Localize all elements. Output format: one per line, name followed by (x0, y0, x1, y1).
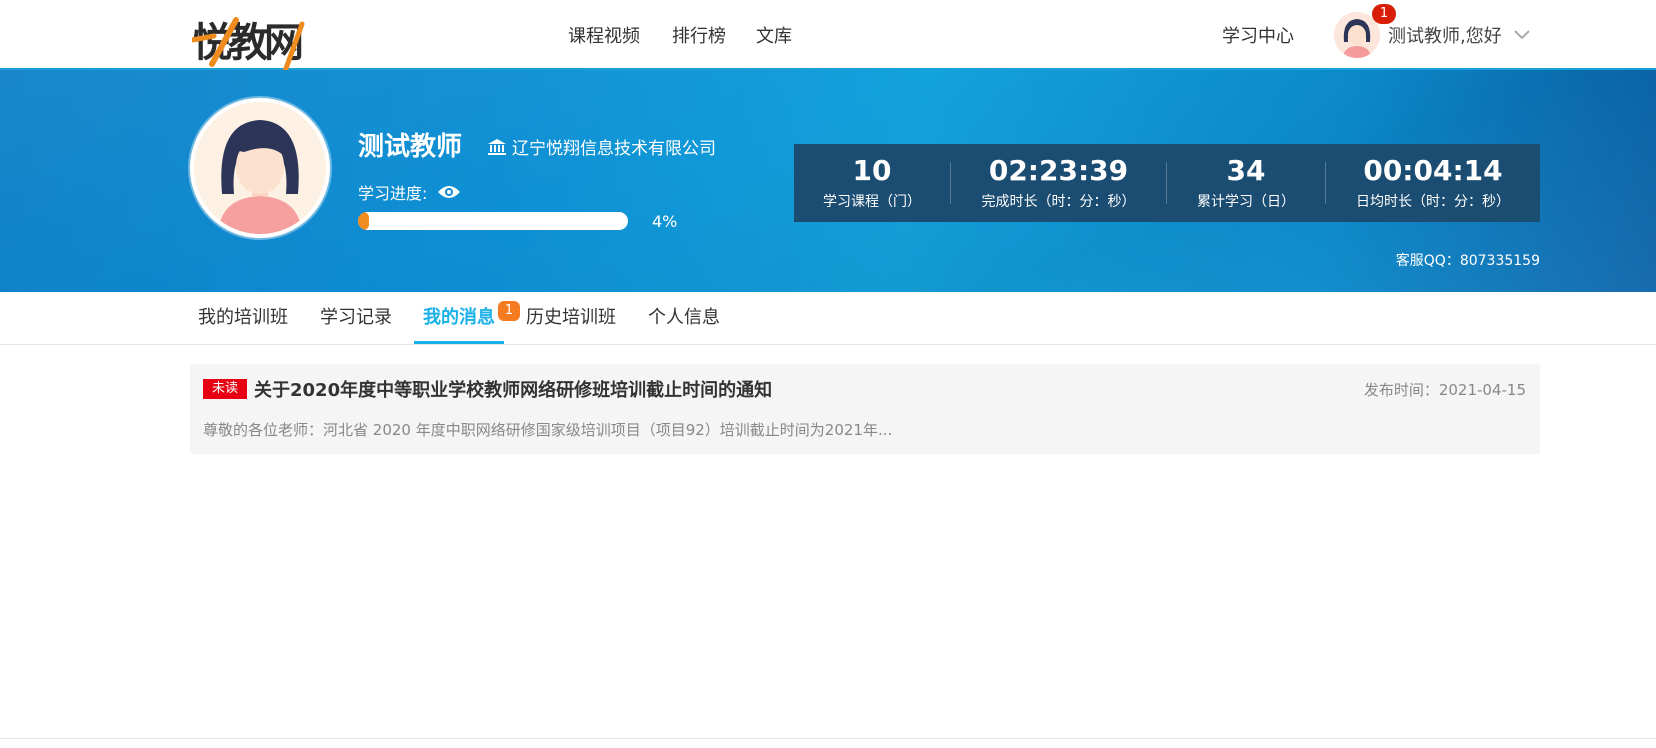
organization-name: 辽宁悦翔信息技术有限公司 (512, 139, 716, 159)
teacher-name: 测试教师 (358, 132, 463, 162)
stat-daily-average: 00:04:14 日均时长（时：分：秒） (1326, 155, 1540, 211)
progress-label: 学习进度: (358, 184, 428, 203)
tab-my-messages[interactable]: 我的消息 (414, 292, 504, 344)
main-nav: 文库 (756, 0, 792, 70)
teacher-avatar-image (194, 102, 326, 234)
main-nav: 排行榜 (672, 0, 726, 70)
nav-course-videos[interactable]: 课程视频 (568, 22, 640, 48)
tab-study-records[interactable]: 学习记录 (320, 292, 392, 344)
profile-avatar (190, 98, 330, 238)
tab-personal-info[interactable]: 个人信息 (648, 292, 720, 344)
logo-text: 悦教网 (192, 19, 302, 66)
nav-leaderboard[interactable]: 排行榜 (672, 22, 726, 48)
study-center-link[interactable]: 学习中心 (1222, 22, 1294, 48)
stat-label: 学习课程（门） (823, 194, 921, 210)
user-greeting[interactable]: 测试教师,您好 (1388, 22, 1502, 48)
progress-bar (358, 212, 628, 230)
message-date: 发布时间：2021-04-15 (1363, 381, 1526, 399)
stat-courses: 10 学习课程（门） (794, 155, 950, 211)
main-nav: 课程视频 (568, 0, 640, 70)
stat-value: 02:23:39 (988, 154, 1129, 187)
tab-history-classes[interactable]: 历史培训班 (526, 292, 616, 344)
stat-label: 完成时长（时：分：秒） (981, 194, 1136, 210)
top-navbar: 悦教网 课程视频 排行榜 文库 学习中心 测试教师,您好 1 (0, 0, 1656, 74)
user-menu[interactable]: 测试教师,您好 (1334, 10, 1530, 60)
tab-my-classes[interactable]: 我的培训班 (198, 292, 288, 344)
message-item[interactable]: 未读 关于2020年度中等职业学校教师网络研修班培训截止时间的通知 发布时间：2… (190, 364, 1540, 454)
organization: 辽宁悦翔信息技术有限公司 (488, 134, 716, 159)
institution-icon (488, 138, 506, 155)
stat-label: 累计学习（日） (1197, 194, 1295, 210)
stat-completed-time: 02:23:39 完成时长（时：分：秒） (951, 155, 1166, 211)
stat-value: 10 (852, 154, 892, 187)
message-count-badge: 1 (498, 301, 520, 321)
stat-total-days: 34 累计学习（日） (1167, 155, 1325, 211)
profile-banner: 测试教师 辽宁悦翔信息技术有限公司 学习进度: 4% 10 学习课程（门） 02… (0, 70, 1656, 292)
progress-percent: 4% (652, 212, 678, 231)
footer-divider (0, 738, 1656, 739)
nav-library[interactable]: 文库 (756, 22, 792, 48)
logo-mark-icon: 悦教网 (192, 17, 306, 74)
unread-badge: 未读 (203, 379, 247, 399)
stat-value: 00:04:14 (1363, 154, 1503, 187)
progress-label-row: 学习进度: (358, 180, 461, 204)
stats-panel: 10 学习课程（门） 02:23:39 完成时长（时：分：秒） 34 累计学习（… (794, 144, 1540, 222)
eye-icon[interactable] (437, 184, 461, 200)
stat-value: 34 (1226, 154, 1266, 187)
progress-fill (358, 212, 369, 230)
message-summary: 尊敬的各位老师：河北省 2020 年度中职网络研修国家级培训项目（项目92）培训… (203, 421, 893, 439)
study-center-nav: 学习中心 (1222, 0, 1294, 70)
chevron-down-icon[interactable] (1514, 30, 1530, 40)
service-qq: 客服QQ：807335159 (1395, 253, 1540, 269)
site-logo[interactable]: 悦教网 (190, 6, 330, 74)
profile-tabs: 我的培训班 学习记录 我的消息 1 历史培训班 个人信息 (0, 292, 1656, 345)
message-title[interactable]: 关于2020年度中等职业学校教师网络研修班培训截止时间的通知 (254, 376, 772, 402)
stat-label: 日均时长（时：分：秒） (1356, 194, 1510, 210)
notification-badge: 1 (1372, 4, 1396, 24)
